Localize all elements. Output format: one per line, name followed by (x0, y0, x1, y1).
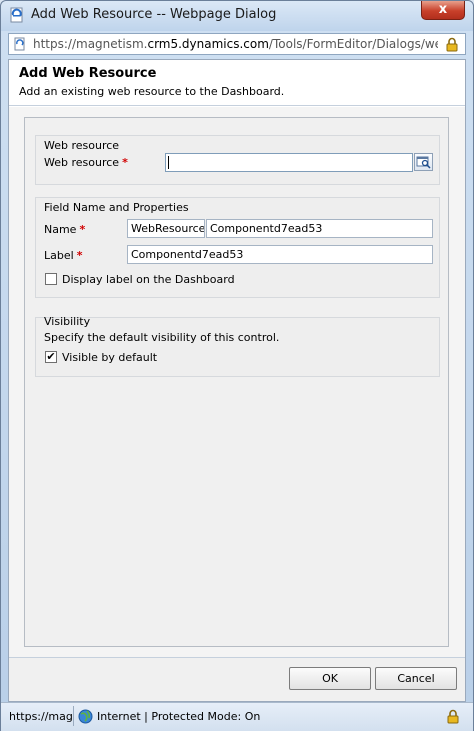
lookup-icon (416, 156, 431, 169)
visible-by-default-text: Visible by default (62, 351, 158, 364)
web-resource-section-title: Web resource (44, 139, 120, 152)
page-icon (14, 37, 25, 51)
dialog-window: Add Web Resource -- Webpage Dialog x htt… (0, 0, 474, 731)
visibility-section-title: Visibility (44, 315, 91, 328)
display-label-text: Display label on the Dashboard (62, 273, 235, 286)
url-domain: crm5.dynamics.com (147, 37, 269, 51)
ie-page-icon (10, 7, 23, 23)
required-asterisk: * (122, 156, 128, 169)
visibility-section: Visibility Specify the default visibilit… (35, 315, 440, 377)
globe-icon (78, 709, 93, 724)
web-resource-section: Web resource Web resource * (35, 135, 440, 185)
ok-button[interactable]: OK (289, 667, 371, 690)
web-resource-label-text: Web resource (44, 156, 120, 169)
protected-mode-lock-icon (447, 709, 459, 724)
dialog-content: Add Web Resource Add an existing web res… (8, 59, 466, 702)
title-bar: Add Web Resource -- Webpage Dialog x (1, 1, 473, 31)
name-prefix-field: WebResource_ (127, 219, 205, 238)
window-title: Add Web Resource -- Webpage Dialog (31, 7, 277, 22)
name-label: Name * (44, 223, 85, 236)
status-zone: Internet | Protected Mode: On (97, 710, 261, 723)
lock-icon[interactable] (445, 37, 459, 52)
required-asterisk: * (79, 223, 86, 236)
dialog-footer: OK Cancel (9, 657, 465, 701)
display-label-checkbox[interactable] (45, 273, 57, 285)
field-properties-section-title: Field Name and Properties (44, 201, 189, 214)
status-url: https://mag (9, 710, 73, 723)
dialog-title: Add Web Resource (19, 66, 157, 81)
cancel-button[interactable]: Cancel (375, 667, 457, 690)
url-path: /Tools/FormEditor/Dialogs/webresour (268, 37, 438, 51)
visible-by-default-checkbox[interactable]: ✔ (45, 351, 57, 363)
status-bar: https://mag Internet | Protected Mode: O… (1, 702, 473, 731)
label-label: Label * (44, 249, 82, 262)
text-cursor (168, 156, 169, 169)
properties-panel: Web resource Web resource * Field Name a… (24, 117, 449, 647)
name-label-text: Name (44, 223, 77, 236)
web-resource-label: Web resource * (44, 156, 128, 169)
label-input[interactable]: Componentd7ead53 (127, 245, 433, 264)
visibility-description: Specify the default visibility of this c… (44, 331, 280, 344)
url-prefix: https://magnetism. (33, 37, 148, 51)
dialog-body: Web resource Web resource * Field Name a… (9, 107, 465, 657)
web-resource-lookup-input[interactable] (165, 153, 413, 172)
required-asterisk: * (76, 249, 83, 262)
dialog-subtitle: Add an existing web resource to the Dash… (19, 85, 285, 98)
lookup-button[interactable] (414, 153, 433, 171)
close-button[interactable]: x (421, 1, 465, 20)
name-input[interactable]: Componentd7ead53 (206, 219, 433, 238)
dialog-header: Add Web Resource Add an existing web res… (9, 60, 465, 106)
field-properties-section: Field Name and Properties Name * WebResou… (35, 197, 440, 298)
label-label-text: Label (44, 249, 74, 262)
address-url: https://magnetism.crm5.dynamics.com/Tool… (33, 37, 438, 53)
status-divider (73, 706, 74, 726)
address-bar[interactable]: https://magnetism.crm5.dynamics.com/Tool… (8, 33, 466, 55)
